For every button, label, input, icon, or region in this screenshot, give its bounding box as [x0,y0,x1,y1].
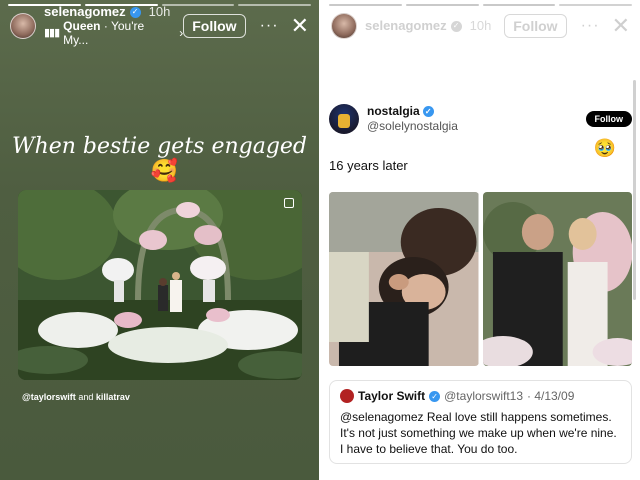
avatar[interactable] [10,13,36,39]
story-meta: selenagomez ✓ 10h ▮▮▮ Queen · You're My.… [44,4,183,48]
username[interactable]: selenagomez [44,5,126,19]
quoted-avatar [340,389,354,403]
verified-icon: ✓ [422,106,434,117]
quoted-tweet[interactable]: Taylor Swift ✓ @taylorswift13 · 4/13/09 … [329,380,632,464]
tweet-emoji: 🥹 [593,138,616,158]
close-icon[interactable]: ✕ [612,15,630,37]
close-icon[interactable]: ✕ [291,15,309,37]
music-bars-icon: ▮▮▮ [44,27,60,39]
verified-icon: ✓ [129,6,141,18]
timestamp: 10h [148,4,171,19]
verified-icon: ✓ [429,390,441,402]
more-icon[interactable]: ··· [581,17,600,35]
tag-and: and [78,392,94,402]
tweet-author-handle[interactable]: @solelynostalgia [367,119,458,134]
tweet-photo-then[interactable] [329,192,479,366]
verified-icon: ✓ [450,20,462,32]
tag-taylorswift[interactable]: @taylorswift [22,392,76,402]
engagement-photo[interactable] [18,190,302,380]
square-icon [284,198,294,208]
quoted-author-handle[interactable]: @taylorswift13 [444,389,523,403]
quoted-author-name[interactable]: Taylor Swift [358,389,425,403]
story-header: selenagomez ✓ 10h ▮▮▮ Queen · You're My.… [10,5,309,47]
stories-split-view: selenagomez ✓ 10h ▮▮▮ Queen · You're My.… [0,0,640,480]
story-progress [329,4,632,6]
story-right[interactable]: selenagomez ✓ 10h Follow ··· ✕ nostalgia… [321,0,640,480]
follow-button[interactable]: Follow [183,14,246,38]
follow-button[interactable]: Follow [504,14,567,38]
story-caption: When bestie gets engaged🥰 [0,134,319,184]
tag-killatrav[interactable]: killatrav [96,392,130,402]
photo-then [329,192,479,366]
avatar[interactable] [331,13,357,39]
garden-scene [18,190,302,380]
story-header: selenagomez ✓ 10h Follow ··· ✕ [331,12,630,40]
tweet-follow-button[interactable]: Follow [585,111,632,127]
quoted-tweet-header: Taylor Swift ✓ @taylorswift13 · 4/13/09 [340,389,621,403]
music-sticker[interactable]: ▮▮▮ Queen · You're My... › [44,19,183,47]
photo-now [482,192,632,366]
tweet-avatar[interactable] [329,104,359,134]
tweet-header: nostalgia ✓ @solelynostalgia Follow [329,104,632,134]
tweet-author-name[interactable]: nostalgia [367,104,420,119]
username[interactable]: selenagomez [365,19,447,33]
story-left[interactable]: selenagomez ✓ 10h ▮▮▮ Queen · You're My.… [0,0,319,480]
caption-text: When bestie gets engaged [11,134,308,159]
timestamp: 10h [469,18,492,33]
tweet-photos [329,192,632,366]
tweet-photo-now[interactable] [482,192,632,366]
more-icon[interactable]: ··· [260,17,279,35]
scrollbar[interactable] [633,80,636,300]
song-title: Queen [63,19,101,33]
quoted-date: · 4/13/09 [527,389,575,403]
photo-tags: @taylorswift and killatrav [22,392,130,402]
caption-emoji: 🥰 [150,159,179,184]
tweet-text: 16 years later [329,158,408,173]
story-meta: selenagomez ✓ 10h [365,19,491,33]
quoted-tweet-body: @selenagomez Real love still happens som… [340,410,617,456]
